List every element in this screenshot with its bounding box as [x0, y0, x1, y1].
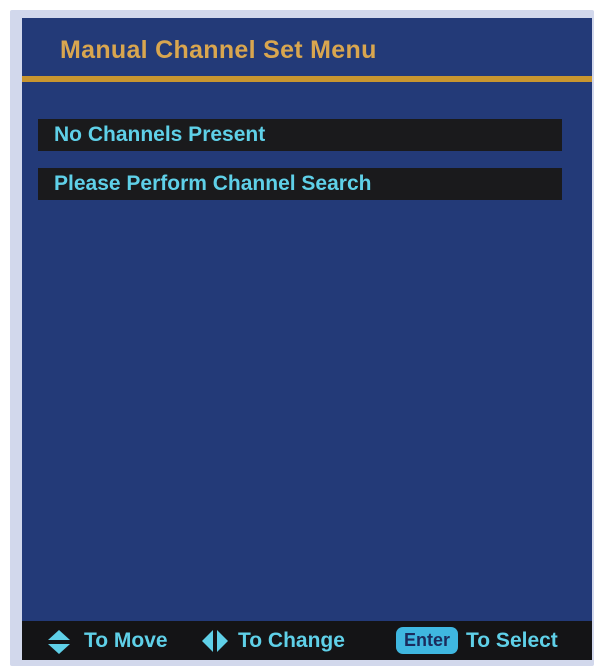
- menu-title: Manual Channel Set Menu: [60, 36, 377, 64]
- title-divider: [22, 76, 592, 82]
- move-hint: To Move: [84, 629, 168, 652]
- key-hint-bar: To Move To Change Enter To Select: [22, 621, 592, 660]
- message-row-no-channels: No Channels Present: [38, 119, 562, 151]
- change-hint: To Change: [238, 629, 345, 652]
- enter-key-badge: Enter: [396, 627, 458, 654]
- message-text: Please Perform Channel Search: [54, 172, 372, 195]
- left-right-arrows-icon: [202, 630, 228, 652]
- message-text: No Channels Present: [54, 123, 266, 146]
- message-row-perform-search: Please Perform Channel Search: [38, 168, 562, 200]
- up-down-arrows-icon: [48, 630, 70, 654]
- osd-menu-screen: Manual Channel Set Menu No Channels Pres…: [22, 18, 592, 660]
- select-hint: To Select: [466, 629, 558, 652]
